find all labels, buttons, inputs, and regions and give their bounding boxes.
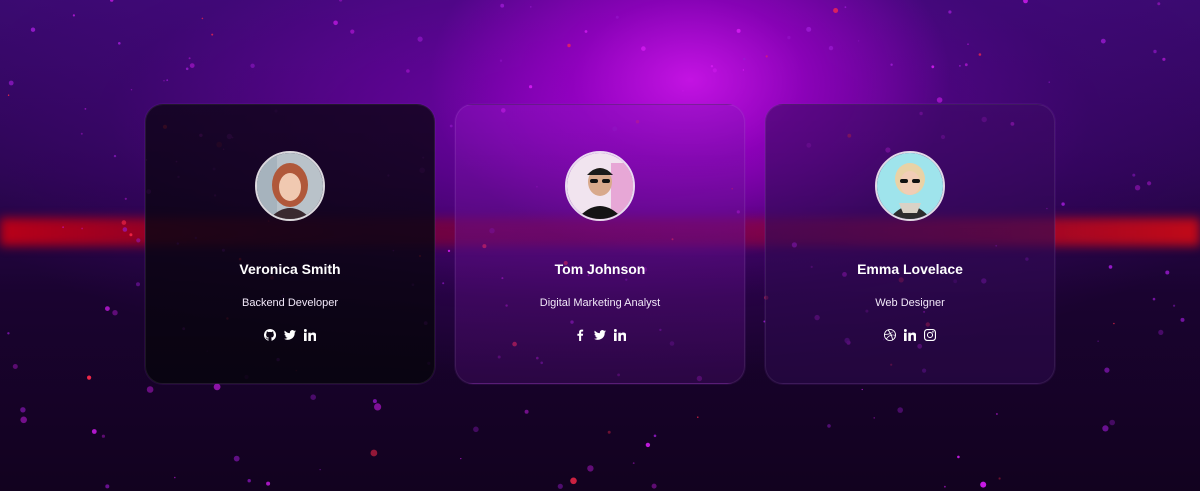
- linkedin-icon[interactable]: [904, 329, 916, 341]
- social-links: [264, 329, 316, 341]
- team-card-emma-lovelace: Emma Lovelace Web Designer: [765, 104, 1055, 384]
- avatar: [255, 151, 325, 221]
- member-role: Web Designer: [875, 297, 945, 309]
- team-card-veronica-smith: Veronica Smith Backend Developer: [145, 104, 435, 384]
- instagram-icon[interactable]: [924, 329, 936, 341]
- member-name: Tom Johnson: [554, 261, 646, 277]
- linkedin-icon[interactable]: [304, 329, 316, 341]
- member-name: Emma Lovelace: [857, 261, 963, 277]
- twitter-icon[interactable]: [284, 329, 296, 341]
- linkedin-icon[interactable]: [614, 329, 626, 341]
- team-cards: Veronica Smith Backend Developer Tom Joh…: [145, 104, 1055, 384]
- team-card-tom-johnson: Tom Johnson Digital Marketing Analyst: [455, 104, 745, 384]
- avatar: [565, 151, 635, 221]
- member-role: Digital Marketing Analyst: [539, 297, 661, 309]
- social-links: [574, 329, 626, 341]
- member-name: Veronica Smith: [239, 261, 341, 277]
- dribbble-icon[interactable]: [884, 329, 896, 341]
- member-role: Backend Developer: [241, 297, 338, 309]
- social-links: [884, 329, 936, 341]
- twitter-icon[interactable]: [594, 329, 606, 341]
- avatar: [875, 151, 945, 221]
- github-icon[interactable]: [264, 329, 276, 341]
- facebook-icon[interactable]: [574, 329, 586, 341]
